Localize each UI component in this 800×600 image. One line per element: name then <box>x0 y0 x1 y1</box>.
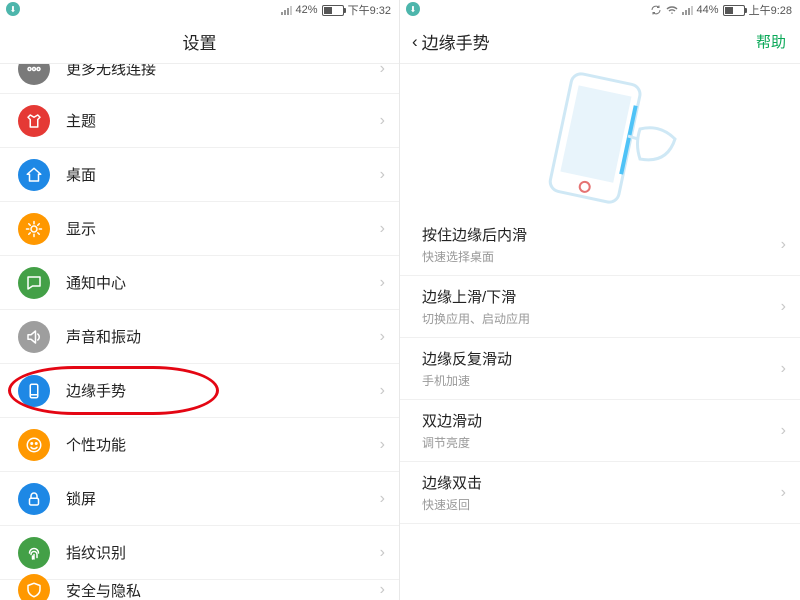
battery-percent: 42% <box>296 4 318 16</box>
clock: 上午9:28 <box>749 2 792 18</box>
chevron-right-icon: › <box>380 166 385 184</box>
chevron-right-icon: › <box>380 382 385 400</box>
gesture-row[interactable]: 按住边缘后内滑快速选择桌面› <box>400 214 800 276</box>
chevron-right-icon: › <box>380 581 385 599</box>
notification-badge-icon: ⬇ <box>406 2 420 16</box>
settings-row[interactable]: 锁屏› <box>0 472 399 526</box>
gesture-title: 边缘上滑/下滑 <box>422 286 781 307</box>
settings-row[interactable]: 指纹识别› <box>0 526 399 580</box>
chevron-right-icon: › <box>781 484 786 502</box>
chevron-left-icon: ‹ <box>412 32 418 52</box>
gesture-row[interactable]: 边缘双击快速返回› <box>400 462 800 524</box>
battery-icon <box>322 5 344 16</box>
settings-row-label: 指纹识别 <box>66 542 380 563</box>
settings-row[interactable]: 桌面› <box>0 148 399 202</box>
gesture-subtitle: 手机加速 <box>422 372 781 389</box>
status-bar-right: ⬇ 44% 上午9:28 <box>400 0 800 20</box>
gesture-subtitle: 调节亮度 <box>422 434 781 451</box>
settings-row-label: 更多无线连接 <box>66 64 380 79</box>
chevron-right-icon: › <box>781 422 786 440</box>
settings-row-label: 锁屏 <box>66 488 380 509</box>
settings-row-label: 显示 <box>66 218 380 239</box>
title-bar-left: 设置 <box>0 20 399 64</box>
chevron-right-icon: › <box>380 274 385 292</box>
lock-icon <box>18 483 50 515</box>
edge-gesture-pane: ⬇ 44% 上午9:28 ‹ 边缘手势 帮助 <box>400 0 800 600</box>
chevron-right-icon: › <box>781 236 786 254</box>
chevron-right-icon: › <box>380 328 385 346</box>
settings-row-label: 声音和振动 <box>66 326 380 347</box>
signal-icon <box>682 5 693 15</box>
chevron-right-icon: › <box>380 220 385 238</box>
chevron-right-icon: › <box>380 544 385 562</box>
speaker-icon <box>18 321 50 353</box>
chevron-right-icon: › <box>380 490 385 508</box>
settings-row[interactable]: 显示› <box>0 202 399 256</box>
settings-row-label: 通知中心 <box>66 272 380 293</box>
gesture-title: 双边滑动 <box>422 410 781 431</box>
settings-pane: ⬇ 42% 下午9:32 设置 更多无线连接›主题›桌面›显示›通知中心›声音和… <box>0 0 400 600</box>
settings-row[interactable]: 边缘手势› <box>0 364 399 418</box>
smile-icon <box>18 429 50 461</box>
shield-icon <box>18 574 50 600</box>
settings-list[interactable]: 更多无线连接›主题›桌面›显示›通知中心›声音和振动›边缘手势›个性功能›锁屏›… <box>0 64 399 600</box>
settings-row[interactable]: 安全与隐私› <box>0 580 399 600</box>
home-icon <box>18 159 50 191</box>
help-link[interactable]: 帮助 <box>756 31 786 52</box>
gesture-title: 边缘反复滑动 <box>422 348 781 369</box>
battery-percent: 44% <box>697 4 719 16</box>
chat-icon <box>18 267 50 299</box>
gesture-list[interactable]: 按住边缘后内滑快速选择桌面›边缘上滑/下滑切换应用、启动应用›边缘反复滑动手机加… <box>400 214 800 524</box>
status-bar-left: ⬇ 42% 下午9:32 <box>0 0 399 20</box>
clock: 下午9:32 <box>348 2 391 18</box>
settings-row-label: 边缘手势 <box>66 380 380 401</box>
settings-row[interactable]: 更多无线连接› <box>0 64 399 94</box>
chevron-right-icon: › <box>380 112 385 130</box>
sun-icon <box>18 213 50 245</box>
gesture-title: 边缘双击 <box>422 472 781 493</box>
title-bar-right: ‹ 边缘手势 帮助 <box>400 20 800 64</box>
dots-icon <box>18 64 50 85</box>
chevron-right-icon: › <box>781 360 786 378</box>
page-title: 设置 <box>183 29 217 54</box>
settings-row-label: 安全与隐私 <box>66 580 380 600</box>
sync-icon <box>650 4 662 16</box>
gesture-row[interactable]: 双边滑动调节亮度› <box>400 400 800 462</box>
settings-row[interactable]: 主题› <box>0 94 399 148</box>
gesture-title: 按住边缘后内滑 <box>422 224 781 245</box>
chevron-right-icon: › <box>380 64 385 78</box>
settings-row-label: 个性功能 <box>66 434 380 455</box>
settings-row-label: 主题 <box>66 110 380 131</box>
phone-icon <box>18 375 50 407</box>
battery-icon <box>723 5 745 16</box>
gesture-subtitle: 快速选择桌面 <box>422 248 781 265</box>
gesture-subtitle: 切换应用、启动应用 <box>422 310 781 327</box>
gesture-subtitle: 快速返回 <box>422 496 781 513</box>
chevron-right-icon: › <box>380 436 385 454</box>
gesture-row[interactable]: 边缘反复滑动手机加速› <box>400 338 800 400</box>
signal-icon <box>281 5 292 15</box>
back-button[interactable]: ‹ 边缘手势 <box>412 29 490 54</box>
gesture-illustration <box>400 64 800 214</box>
settings-row[interactable]: 声音和振动› <box>0 310 399 364</box>
chevron-right-icon: › <box>781 298 786 316</box>
shirt-icon <box>18 105 50 137</box>
gesture-row[interactable]: 边缘上滑/下滑切换应用、启动应用› <box>400 276 800 338</box>
notification-badge-icon: ⬇ <box>6 2 20 16</box>
wifi-icon <box>666 4 678 16</box>
settings-row[interactable]: 个性功能› <box>0 418 399 472</box>
back-label: 边缘手势 <box>422 29 490 54</box>
settings-row-label: 桌面 <box>66 164 380 185</box>
settings-row[interactable]: 通知中心› <box>0 256 399 310</box>
fingerprint-icon <box>18 537 50 569</box>
